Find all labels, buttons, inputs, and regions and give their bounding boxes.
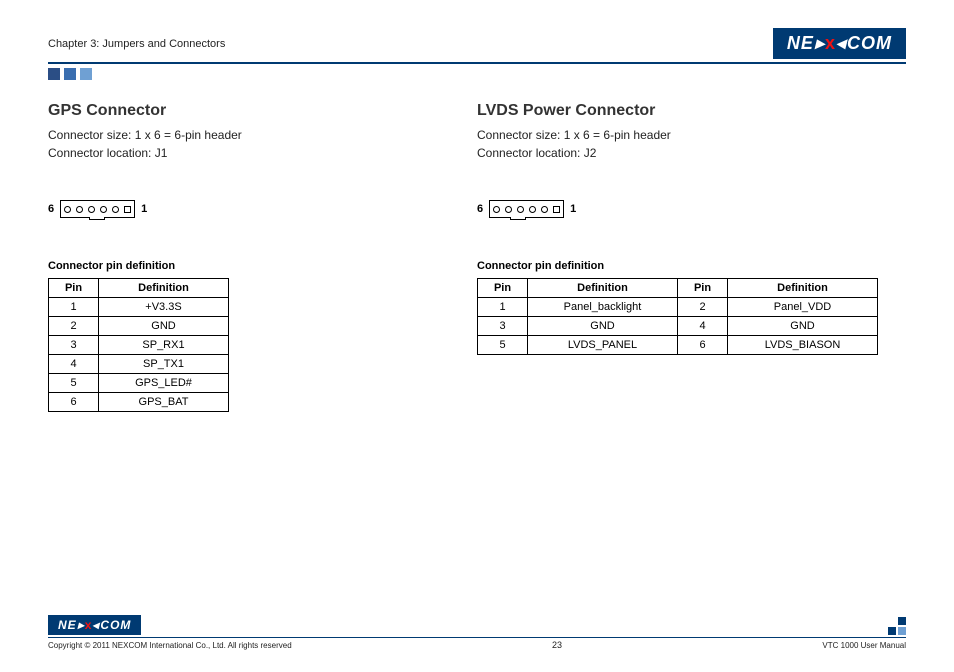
logo-x-icon: ▸x◂ xyxy=(814,33,847,54)
pin-6-label: 6 xyxy=(477,203,483,215)
table-title: Connector pin definition xyxy=(477,260,886,272)
table-row: 3GND 4GND xyxy=(478,317,878,336)
connector-location: Connector location: J2 xyxy=(477,144,886,162)
connector-box-icon xyxy=(489,200,564,218)
table-header-row: Pin Definition xyxy=(49,279,229,298)
connector-size: Connector size: 1 x 6 = 6-pin header xyxy=(48,126,457,144)
pin-1-label: 1 xyxy=(141,203,147,215)
pin-6-label: 6 xyxy=(48,203,54,215)
section-title: LVDS Power Connector xyxy=(477,102,886,120)
th-pin: Pin xyxy=(478,279,528,298)
footer-decoration-icon xyxy=(888,617,906,635)
th-def: Definition xyxy=(728,279,878,298)
table-row: 5LVDS_PANEL 6LVDS_BIASON xyxy=(478,336,878,355)
th-pin: Pin xyxy=(49,279,99,298)
table-row: 1Panel_backlight 2Panel_VDD xyxy=(478,298,878,317)
lvds-pin-table: Pin Definition Pin Definition 1Panel_bac… xyxy=(477,278,878,355)
page-header: Chapter 3: Jumpers and Connectors NE▸x◂C… xyxy=(48,28,906,64)
table-row: 2GND xyxy=(49,317,229,336)
connector-size: Connector size: 1 x 6 = 6-pin header xyxy=(477,126,886,144)
gps-pin-table: Pin Definition 1+V3.3S 2GND 3SP_RX1 4SP_… xyxy=(48,278,229,412)
nexcom-logo: NE▸x◂COM xyxy=(773,28,906,59)
table-row: 1+V3.3S xyxy=(49,298,229,317)
lvds-connector-section: LVDS Power Connector Connector size: 1 x… xyxy=(477,102,906,412)
connector-diagram: 6 1 xyxy=(477,200,886,218)
table-row: 6GPS_BAT xyxy=(49,393,229,412)
th-def: Definition xyxy=(528,279,678,298)
table-row: 4SP_TX1 xyxy=(49,355,229,374)
gps-connector-section: GPS Connector Connector size: 1 x 6 = 6-… xyxy=(48,102,477,412)
connector-location: Connector location: J1 xyxy=(48,144,457,162)
logo-ne: NE xyxy=(787,33,814,54)
page-number: 23 xyxy=(552,640,562,650)
logo-com: COM xyxy=(847,33,892,54)
copyright-text: Copyright © 2011 NEXCOM International Co… xyxy=(48,641,292,650)
table-header-row: Pin Definition Pin Definition xyxy=(478,279,878,298)
chapter-title: Chapter 3: Jumpers and Connectors xyxy=(48,38,225,50)
manual-name: VTC 1000 User Manual xyxy=(822,641,906,650)
section-title: GPS Connector xyxy=(48,102,457,120)
th-pin: Pin xyxy=(678,279,728,298)
table-row: 5GPS_LED# xyxy=(49,374,229,393)
decoration-squares xyxy=(48,68,906,80)
pin-1-label: 1 xyxy=(570,203,576,215)
connector-diagram: 6 1 xyxy=(48,200,457,218)
nexcom-logo-footer: NE▸x◂COM xyxy=(48,615,141,635)
connector-box-icon xyxy=(60,200,135,218)
page-footer: NE▸x◂COM Copyright © 2011 NEXCOM Interna… xyxy=(48,615,906,650)
table-title: Connector pin definition xyxy=(48,260,457,272)
table-row: 3SP_RX1 xyxy=(49,336,229,355)
th-def: Definition xyxy=(99,279,229,298)
